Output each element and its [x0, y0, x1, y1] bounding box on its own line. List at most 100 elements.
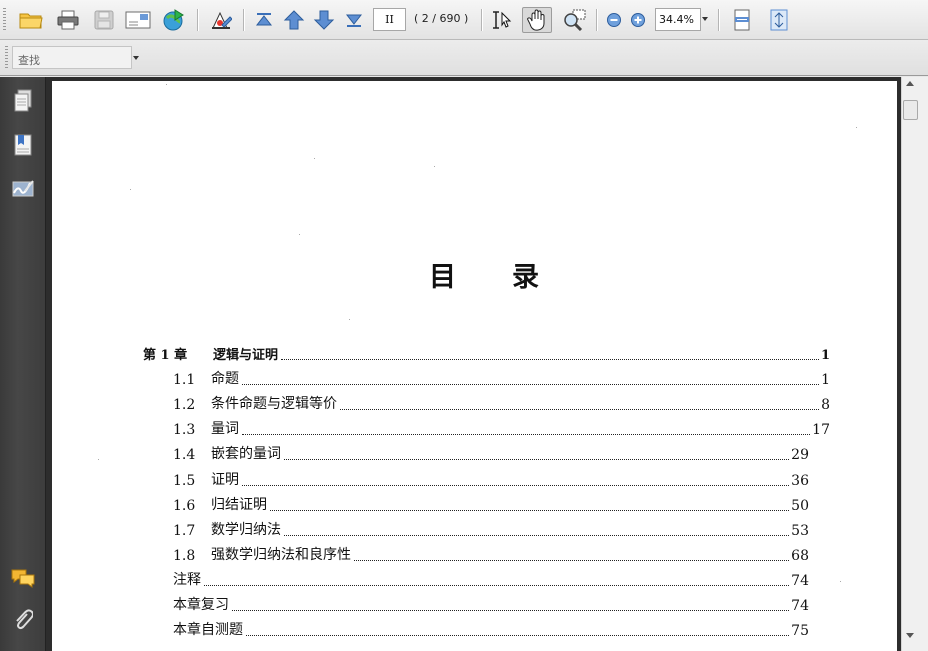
toolbar-separator [596, 9, 597, 31]
toc-leader-dots [281, 359, 819, 360]
page-number-value: II [385, 13, 394, 26]
toc-entry-page: 68 [791, 547, 809, 564]
toc-entry-number: 1.2 [173, 397, 196, 414]
select-text-icon[interactable] [489, 7, 515, 33]
toc-leader-dots [354, 559, 790, 561]
toc-entry-title: 本章复习 [173, 597, 229, 613]
toc-leader-dots [246, 635, 790, 637]
toc-entry[interactable]: 注释 74 [173, 567, 809, 589]
signatures-panel-icon[interactable] [10, 175, 36, 201]
toc-entry[interactable]: 1.8 强数学归纳法和良序性 68 [173, 542, 809, 564]
toc-leader-dots [284, 534, 790, 536]
toolbar-separator [243, 9, 244, 31]
printer-icon[interactable] [55, 7, 81, 33]
toc-entry-number: 1.8 [173, 547, 196, 564]
main-toolbar: II ( 2 / 690 ) 34.4% [0, 0, 928, 40]
toc-entry-number: 第 1 章 [143, 348, 188, 363]
toc-entry-page: 50 [791, 497, 809, 514]
toc-entry-page: 29 [791, 447, 809, 464]
globe-share-icon[interactable] [161, 7, 187, 33]
toc-entry-title: 注释 [173, 571, 201, 588]
toc-entry[interactable]: 1.3 量词 17 [173, 416, 830, 438]
toc-entry-title: 逻辑与证明 [213, 348, 279, 363]
vertical-scrollbar[interactable] [901, 77, 928, 651]
toc-entry-page: 74 [791, 598, 809, 614]
toc-entry-page: 1 [820, 348, 830, 363]
toc-entry-page: 36 [791, 472, 809, 489]
toc-entry-title: 归结证明 [211, 496, 267, 513]
toc-entry-title: 本章自测题 [173, 622, 243, 639]
toc-entry-page: 74 [791, 572, 809, 589]
email-icon[interactable] [125, 7, 151, 33]
toolbar-separator [481, 9, 482, 31]
toc-entry-number: 1.3 [173, 422, 196, 439]
pages-panel-icon[interactable] [10, 88, 36, 114]
page-number-input[interactable]: II [373, 8, 406, 31]
scroll-up-arrow-icon[interactable] [906, 81, 914, 86]
loupe-zoom-icon[interactable] [561, 7, 587, 33]
zoom-in-icon[interactable] [625, 7, 651, 33]
toc-leader-dots [340, 409, 820, 411]
toc-entry-page: 8 [821, 397, 830, 414]
zoom-level-value: 34.4% [659, 13, 694, 26]
toolbar-separator [197, 9, 198, 31]
toc-entry[interactable]: 本章自测题 75 [173, 617, 809, 639]
toc-entry-title: 命题 [211, 371, 239, 388]
toc-entry[interactable]: 第 1 章 逻辑与证明 1 [143, 341, 830, 363]
toc-entry-title: 强数学归纳法和良序性 [211, 546, 351, 563]
zoom-out-icon[interactable] [601, 7, 627, 33]
paperclip-icon[interactable] [10, 607, 36, 633]
pdf-page: 目录 第 1 章 逻辑与证明 1 1.1 命题 1 1.2 条件命题与逻辑等价 8 1.3 量词 17… [52, 81, 897, 651]
toc-entry-number: 1.7 [173, 522, 196, 539]
toc-entry-number: 1.6 [173, 497, 196, 514]
chevron-down-icon[interactable] [133, 56, 139, 60]
toc-leader-dots [242, 484, 790, 486]
hand-tool-icon[interactable] [522, 7, 552, 33]
save-icon[interactable] [91, 7, 117, 33]
page-count-label: ( 2 / 690 ) [414, 12, 469, 25]
last-page-icon[interactable] [341, 7, 367, 33]
toc-entry-number: 1.5 [173, 472, 196, 489]
edit-pdf-icon[interactable] [208, 7, 234, 33]
toc-entry-page: 1 [821, 372, 830, 389]
next-page-icon[interactable] [311, 7, 337, 33]
document-viewport[interactable]: 目录 第 1 章 逻辑与证明 1 1.1 命题 1 1.2 条件命题与逻辑等价 8 1.3 量词 17… [46, 77, 901, 651]
find-input[interactable]: 查找 [12, 46, 132, 69]
toc-entry[interactable]: 1.5 证明 36 [173, 467, 809, 489]
previous-page-icon[interactable] [281, 7, 307, 33]
first-page-icon[interactable] [251, 7, 277, 33]
scroll-down-arrow-icon[interactable] [906, 633, 914, 638]
toc-entry-page: 17 [812, 422, 830, 439]
navigation-panel [0, 77, 46, 651]
toc-entry-title: 数学归纳法 [211, 521, 281, 538]
fit-page-icon[interactable] [766, 7, 792, 33]
find-toolbar: 查找 [0, 40, 928, 76]
toc-entry-title: 嵌套的量词 [211, 446, 281, 463]
toc-entry[interactable]: 1.2 条件命题与逻辑等价 8 [173, 391, 830, 413]
toolbar-grip[interactable] [3, 8, 6, 32]
zoom-level-input[interactable]: 34.4% [655, 8, 701, 31]
toc-entry[interactable]: 1.7 数学归纳法 53 [173, 517, 809, 539]
chevron-down-icon[interactable] [702, 17, 708, 21]
toolbar-grip[interactable] [5, 46, 8, 68]
toc-title: 目录 [429, 262, 595, 293]
scrollbar-thumb[interactable] [903, 100, 918, 120]
toc-leader-dots [232, 610, 790, 611]
folder-icon[interactable] [18, 7, 44, 33]
toc-leader-dots [270, 509, 790, 511]
toc-entry-title: 证明 [211, 471, 239, 488]
toc-leader-dots [284, 459, 790, 461]
toc-entry-number: 1.4 [173, 447, 196, 464]
toc-leader-dots [242, 384, 820, 386]
fit-width-icon[interactable] [729, 7, 755, 33]
comments-icon[interactable] [10, 565, 36, 591]
toc-entry-number: 1.1 [173, 372, 196, 389]
toc-entry[interactable]: 1.1 命题 1 [173, 366, 830, 388]
bookmarks-panel-icon[interactable] [10, 132, 36, 158]
toc-entry-page: 75 [791, 623, 809, 640]
toc-leader-dots [242, 434, 811, 436]
toc-entry[interactable]: 1.4 嵌套的量词 29 [173, 441, 809, 463]
toc-entry-title: 量词 [211, 421, 239, 438]
toc-entry[interactable]: 本章复习 74 [173, 592, 809, 614]
toc-entry[interactable]: 1.6 归结证明 50 [173, 492, 809, 514]
